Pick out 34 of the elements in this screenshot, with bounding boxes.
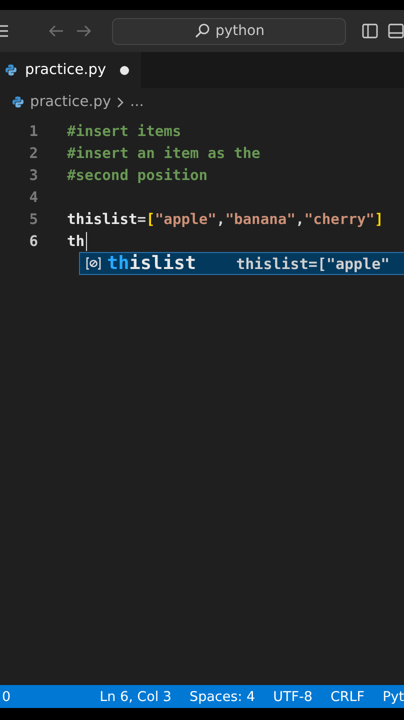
python-file-icon [12, 96, 24, 108]
line-number: 6 [28, 232, 39, 250]
line-number: 5 [28, 210, 39, 228]
variable-icon [86, 257, 101, 270]
chevron-right-icon [117, 96, 124, 108]
back-icon[interactable] [48, 24, 64, 38]
line-number: 1 [28, 122, 39, 140]
code-line: #insert items [67, 122, 182, 140]
status-item[interactable]: 0 [2, 688, 11, 704]
line-number: 3 [28, 166, 39, 184]
search-field[interactable]: python [112, 18, 346, 44]
code-line: thislist=["apple","banana","cherry"] [67, 210, 384, 228]
breadcrumb-item[interactable]: ... [130, 94, 144, 110]
line-number: 4 [28, 188, 39, 206]
status-item[interactable]: Spaces: 4 [190, 688, 256, 704]
text-cursor [86, 232, 88, 250]
status-item[interactable]: Pyt [382, 688, 404, 704]
panel-toggle-icon[interactable] [388, 23, 404, 39]
breadcrumb-item[interactable]: practice.py [30, 94, 112, 110]
search-icon [194, 23, 210, 39]
code-line: #second position [67, 166, 208, 184]
suggestion-item[interactable]: thislist thislist=["apple" [79, 252, 404, 275]
suggestion-detail: thislist=["apple" [236, 254, 390, 272]
status-item[interactable]: CRLF [330, 688, 365, 704]
line-number: 2 [28, 144, 39, 162]
forward-icon[interactable] [76, 24, 92, 38]
python-file-icon [5, 64, 17, 76]
sidebar-toggle-icon[interactable] [362, 23, 378, 39]
code-line: th [67, 232, 85, 250]
code-line: #insert an item as the [67, 144, 260, 162]
suggestion-label: thislist [107, 253, 196, 274]
status-item[interactable]: UTF-8 [273, 688, 312, 704]
editor-tab[interactable]: practice.py [0, 52, 142, 88]
status-item[interactable]: Ln 6, Col 3 [100, 688, 172, 704]
